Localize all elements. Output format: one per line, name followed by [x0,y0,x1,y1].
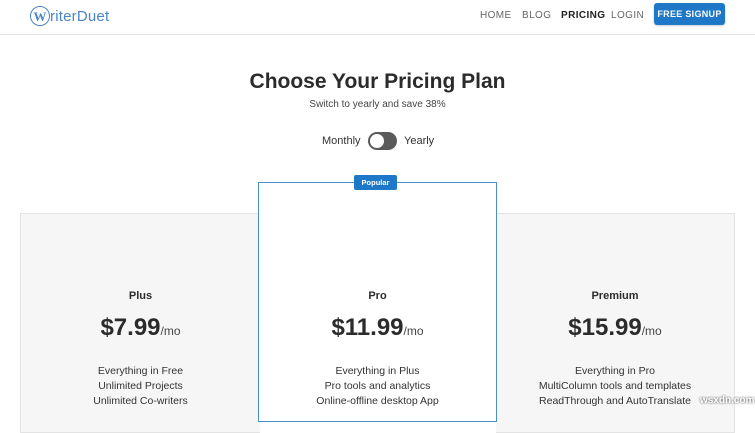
feature-item: Unlimited Projects [98,380,183,392]
price-amount: $11.99 [331,314,404,341]
plan-price: $11.99/mo [259,314,496,342]
writerduet-logo[interactable]: W riterDuet [30,5,109,27]
free-signup-button[interactable]: FREE SIGNUP [654,3,725,25]
nav-pricing-link[interactable]: PRICING [561,10,605,21]
nav-blog-link[interactable]: BLOG [522,10,551,21]
yearly-label[interactable]: Yearly [404,135,434,147]
feature-item: Online-offline desktop App [316,395,439,407]
nav-login-link[interactable]: LOGIN [611,10,644,21]
feature-item: ReadThrough and AutoTranslate [539,395,691,407]
feature-list: Everything in Free Unlimited Projects Un… [21,364,260,409]
price-amount: $7.99 [100,314,161,341]
nav-home-link[interactable]: HOME [480,10,512,21]
plan-name: Premium [591,290,639,302]
watermark-text: wsxdn.com [700,395,755,406]
plan-price: $15.99/mo [496,314,734,342]
plan-card-plus: Plus $7.99/mo Everything in Free Unlimit… [20,213,260,433]
popular-badge: Popular [354,175,397,190]
page-subtitle: Switch to yearly and save 38% [309,99,446,110]
price-period: /mo [403,324,424,338]
billing-period-switch[interactable] [368,132,397,150]
page-title: Choose Your Pricing Plan [249,70,506,93]
monthly-label[interactable]: Monthly [322,135,361,147]
feature-item: Everything in Free [97,365,184,377]
feature-item: Unlimited Co-writers [93,395,188,407]
plan-name: Plus [128,290,153,302]
billing-toggle: Monthly Yearly [0,131,755,153]
feature-item: Everything in Pro [575,365,655,377]
logo-mark-icon: W [30,6,50,26]
feature-item: Pro tools and analytics [324,380,431,392]
feature-item: Everything in Plus [335,365,420,377]
price-period: /mo [641,324,662,338]
plan-name: Pro [368,290,387,302]
feature-item: MultiColumn tools and templates [538,380,692,392]
switch-knob [370,134,384,148]
top-navbar: W riterDuet HOME BLOG PRICING LOGIN FREE… [0,0,755,35]
price-amount: $15.99 [568,314,642,341]
plan-card-pro: Pro $11.99/mo Everything in Plus Pro too… [258,182,497,422]
feature-list: Everything in Plus Pro tools and analyti… [259,364,496,409]
price-period: /mo [160,324,181,338]
logo-text: riterDuet [50,7,110,25]
plan-price: $7.99/mo [21,314,260,342]
feature-list: Everything in Pro MultiColumn tools and … [496,364,734,409]
